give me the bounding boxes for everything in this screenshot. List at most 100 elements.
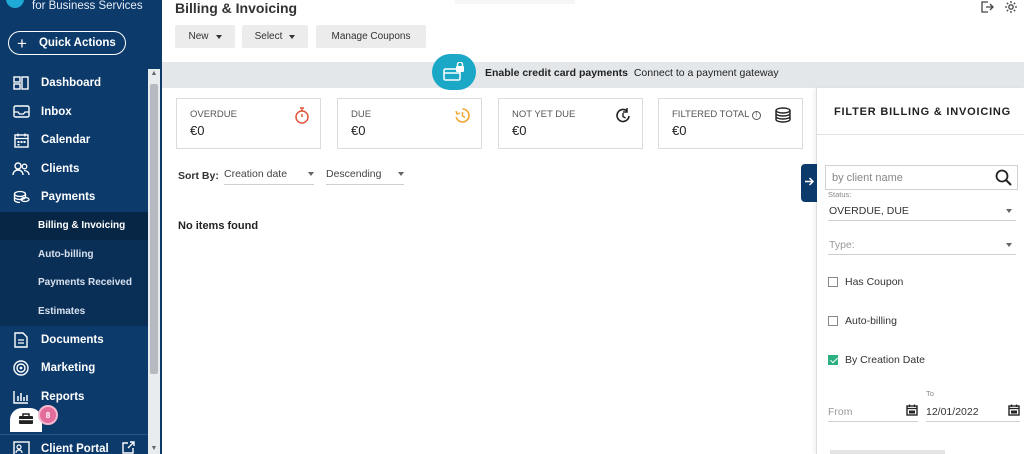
quick-actions-label: Quick Actions — [38, 37, 116, 49]
card-value: €0 — [672, 123, 687, 138]
sidebar-item-client-portal[interactable]: Client Portal — [0, 434, 148, 454]
clock-refresh-icon — [615, 107, 632, 127]
status-select-value: OVERDUE, DUE — [829, 204, 909, 217]
card-label: FILTERED TOTAL ! — [672, 109, 761, 120]
sidebar-subitem-estimates[interactable]: Estimates — [0, 297, 148, 326]
plus-icon: + — [17, 33, 27, 53]
sidebar-scrollbar-thumb[interactable] — [150, 84, 158, 374]
has-coupon-checkbox[interactable]: Has Coupon — [828, 276, 903, 288]
filter-panel-title: FILTER BILLING & INVOICING — [834, 106, 1012, 118]
select-dropdown-button[interactable]: Select — [242, 25, 308, 48]
chevron-down-icon — [215, 34, 222, 39]
sidebar-item-marketing[interactable]: Marketing — [0, 354, 148, 383]
card-value: €0 — [190, 123, 205, 138]
checkbox-box[interactable] — [828, 277, 838, 287]
by-creation-date-label: By Creation Date — [845, 354, 925, 366]
sidebar-item-dashboard[interactable]: Dashboard — [0, 69, 148, 98]
calendar-icon[interactable] — [1008, 404, 1020, 419]
chevron-down-icon — [1006, 242, 1012, 247]
sidebar-item-clients[interactable]: Clients — [0, 155, 148, 184]
toolbox-button[interactable] — [10, 408, 42, 432]
type-select[interactable]: Type: — [828, 235, 1016, 255]
sidebar-nav: Dashboard Inbox Calendar Clients Payment… — [0, 69, 148, 411]
sort-order-value: Descending — [326, 167, 382, 180]
arrow-right-icon — [804, 176, 815, 190]
info-icon[interactable]: ! — [751, 111, 761, 120]
collapse-panel-button[interactable] — [801, 164, 817, 202]
auto-billing-checkbox[interactable]: Auto-billing — [828, 315, 897, 327]
by-creation-date-checkbox[interactable]: By Creation Date — [828, 354, 925, 366]
divider — [817, 134, 1024, 135]
sidebar-item-documents[interactable]: Documents — [0, 326, 148, 355]
calendar-icon[interactable] — [906, 404, 918, 419]
type-select-placeholder: Type: — [829, 238, 855, 251]
scroll-down-arrow-icon[interactable]: ▼ — [150, 445, 158, 453]
chevron-down-icon — [398, 171, 404, 176]
sidebar-subitem-auto-billing[interactable]: Auto-billing — [0, 240, 148, 269]
sort-field-select[interactable]: Creation date — [224, 163, 314, 185]
sidebar-subitem-payments-received[interactable]: Payments Received — [0, 269, 148, 298]
clock-due-icon — [454, 107, 471, 127]
to-date-label: To — [926, 389, 934, 398]
from-date-input[interactable]: From — [828, 402, 918, 422]
search-placeholder: by client name — [832, 171, 903, 184]
sidebar-item-label: Clients — [41, 162, 80, 175]
new-dropdown-button[interactable]: New — [175, 25, 235, 48]
checkbox-box[interactable] — [828, 316, 838, 326]
sidebar-item-payments[interactable]: Payments — [0, 183, 148, 212]
calendar-icon — [12, 132, 30, 148]
client-search-input[interactable]: by client name — [825, 165, 1018, 190]
status-select[interactable]: OVERDUE, DUE — [828, 201, 1016, 221]
auto-billing-label: Auto-billing — [845, 315, 897, 327]
sidebar-item-label: Inbox — [41, 105, 72, 118]
scroll-up-arrow-icon[interactable]: ▲ — [150, 70, 158, 78]
overdue-card[interactable]: OVERDUE €0 — [176, 98, 321, 149]
not-yet-due-card[interactable]: NOT YET DUE €0 — [498, 98, 643, 149]
top-overlay-edge — [455, 0, 575, 4]
marketing-icon — [12, 360, 30, 376]
filter-panel: FILTER BILLING & INVOICING — [816, 88, 1024, 454]
sort-by-label: Sort By: — [178, 170, 219, 182]
checkbox-checked-icon[interactable] — [828, 355, 838, 365]
sidebar-item-label: Documents — [41, 333, 104, 346]
sidebar-item-inbox[interactable]: Inbox — [0, 98, 148, 127]
has-coupon-label: Has Coupon — [845, 276, 904, 288]
status-field-label: Status: — [828, 190, 852, 199]
settings-gear-icon[interactable] — [1004, 0, 1018, 17]
search-icon[interactable] — [995, 169, 1012, 189]
sort-field-value: Creation date — [224, 167, 288, 180]
sidebar-item-label: Dashboard — [41, 77, 102, 90]
due-card[interactable]: DUE €0 — [337, 98, 482, 149]
logout-icon[interactable] — [980, 0, 994, 17]
sidebar-item-label: Client Portal — [41, 442, 109, 454]
apply-filter-button[interactable] — [830, 450, 945, 454]
sidebar-item-calendar[interactable]: Calendar — [0, 126, 148, 155]
quick-actions-button[interactable]: + Quick Actions — [8, 31, 126, 55]
card-label: OVERDUE — [190, 109, 237, 120]
chevron-down-icon — [308, 171, 314, 176]
filtered-total-card[interactable]: FILTERED TOTAL ! €0 — [658, 98, 803, 149]
card-value: €0 — [512, 123, 527, 138]
client-portal-icon — [12, 441, 30, 454]
sort-order-select[interactable]: Descending — [326, 163, 404, 185]
empty-state-message: No items found — [178, 220, 259, 232]
select-button-label: Select — [254, 31, 283, 42]
new-button-label: New — [188, 31, 209, 42]
from-date-placeholder: From — [828, 405, 853, 418]
to-date-input[interactable]: 12/01/2022 — [926, 402, 1020, 422]
sidebar-subitem-billing-invoicing[interactable]: Billing & Invoicing — [0, 211, 148, 240]
manage-coupons-button[interactable]: Manage Coupons — [316, 25, 426, 48]
banner-link-text: Connect to a payment gateway — [633, 67, 779, 79]
dashboard-icon — [12, 75, 30, 91]
sidebar-item-reports[interactable]: Reports — [0, 383, 148, 412]
header-actions — [980, 0, 1018, 17]
chevron-down-icon — [1006, 208, 1012, 213]
sidebar-item-label: Payments — [41, 191, 96, 204]
external-link-icon — [122, 441, 135, 454]
brand-logo-icon — [6, 0, 24, 8]
documents-icon — [12, 332, 30, 348]
banner-message[interactable]: Enable credit card payments Connect to a… — [485, 67, 779, 79]
card-value: €0 — [351, 123, 366, 138]
sidebar-item-label: Calendar — [41, 134, 91, 147]
payments-submenu: Billing & Invoicing Auto-billing Payment… — [0, 211, 148, 326]
